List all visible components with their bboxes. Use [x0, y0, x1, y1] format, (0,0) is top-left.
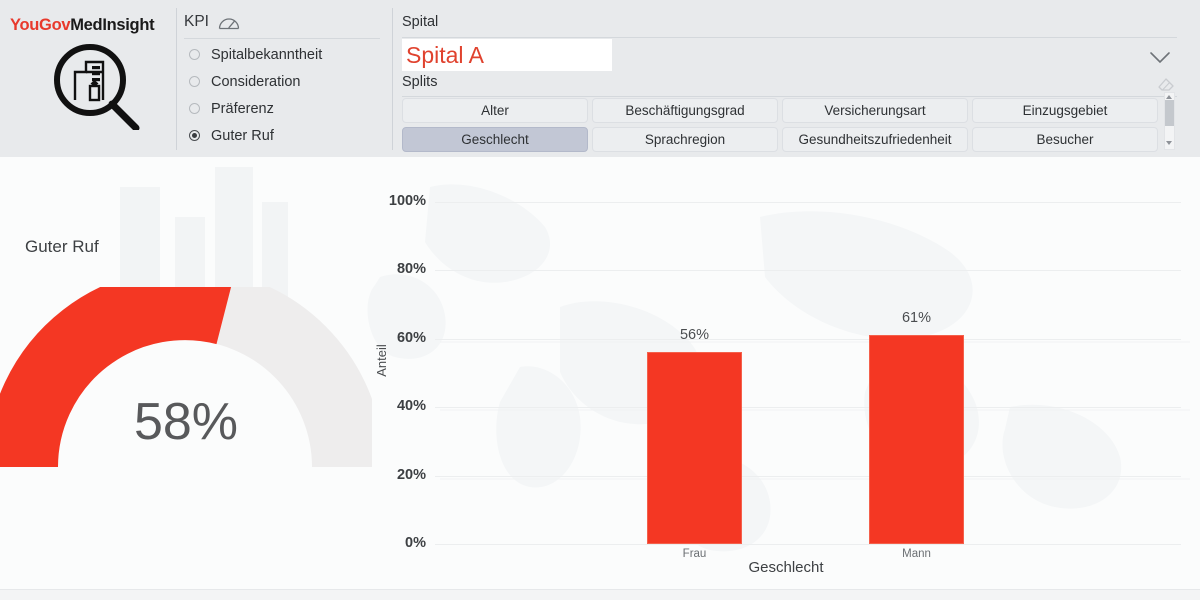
- splits-label: Splits: [402, 74, 438, 90]
- kpi-option-consideration[interactable]: Consideration: [184, 68, 374, 95]
- brand-logo-panel: YouGovMedInsight: [8, 6, 173, 152]
- eraser-icon[interactable]: [1156, 74, 1176, 92]
- y-tick-40: 40%: [396, 398, 426, 414]
- hospital-magnifier-icon: [54, 44, 140, 130]
- brand-medinsight-text: MedInsight: [70, 16, 155, 34]
- gauge-title: Guter Ruf: [25, 237, 99, 256]
- split-button-sprachregion[interactable]: Sprachregion: [592, 127, 778, 152]
- gridline: [435, 476, 1181, 477]
- split-button-besucher[interactable]: Besucher: [972, 127, 1158, 152]
- splits-underline: [402, 96, 1177, 97]
- dashboard-root: YouGovMedInsight KPI Spitalbekanntheit C…: [0, 0, 1200, 600]
- split-button-einzugsgebiet[interactable]: Einzugsgebiet: [972, 98, 1158, 123]
- split-button-beschaeftigungsgrad[interactable]: Beschäftigungsgrad: [592, 98, 778, 123]
- brand-yougov-text: YouGov: [10, 16, 71, 34]
- app-header: YouGovMedInsight KPI Spitalbekanntheit C…: [0, 0, 1200, 157]
- y-axis-label: Anteil: [373, 344, 389, 377]
- kpi-panel: KPI Spitalbekanntheit Consideration Präf…: [182, 8, 559, 154]
- scroll-up-arrow-icon[interactable]: [1166, 95, 1172, 99]
- footer-strip: [0, 589, 1200, 600]
- header-divider-1: [176, 8, 177, 150]
- kpi-option-label: Consideration: [211, 73, 301, 90]
- y-tick-0: 0%: [405, 535, 426, 551]
- gridline: [435, 339, 1181, 340]
- brand-wordmark: YouGovMedInsight: [10, 16, 175, 35]
- selection-panel: Spital Spital A Splits Alter Beschäftigu…: [400, 8, 1192, 156]
- bar-frau[interactable]: [647, 352, 742, 544]
- split-button-geschlecht[interactable]: Geschlecht: [402, 127, 588, 152]
- kpi-title: KPI: [184, 13, 209, 30]
- y-tick-80: 80%: [396, 261, 426, 277]
- y-tick-60: 60%: [396, 330, 426, 346]
- gauge-value-label: 58%: [133, 393, 239, 451]
- splits-scrollbar-thumb[interactable]: [1165, 100, 1174, 126]
- radio-selected-icon: [189, 130, 200, 141]
- radio-icon: [189, 49, 200, 60]
- kpi-option-praeferenz[interactable]: Präferenz: [184, 95, 374, 122]
- bar-value-frau: 56%: [679, 327, 710, 343]
- gridline: [435, 202, 1181, 203]
- split-button-alter[interactable]: Alter: [402, 98, 588, 123]
- bar-value-mann: 61%: [901, 310, 932, 326]
- radio-icon: [189, 76, 200, 87]
- kpi-radio-group[interactable]: Spitalbekanntheit Consideration Präferen…: [184, 41, 374, 149]
- spital-selected-value: Spital A: [406, 41, 484, 68]
- kpi-option-spitalbekanntheit[interactable]: Spitalbekanntheit: [184, 41, 374, 68]
- kpi-option-label: Spitalbekanntheit: [211, 46, 323, 63]
- kpi-option-guter-ruf[interactable]: Guter Ruf: [184, 122, 374, 149]
- spital-label: Spital: [402, 14, 439, 30]
- bar-chart: Anteil 100% 80% 60% 40% 20% 0% 56% Frau …: [372, 157, 1200, 600]
- split-button-versicherungsart[interactable]: Versicherungsart: [782, 98, 968, 123]
- y-tick-20: 20%: [396, 467, 426, 483]
- y-tick-100: 100%: [388, 193, 426, 209]
- split-button-gesundheitszufriedenheit[interactable]: Gesundheitszufriedenheit: [782, 127, 968, 152]
- spital-input[interactable]: Spital A: [402, 39, 612, 71]
- x-axis-label: Geschlecht: [748, 559, 824, 576]
- splits-button-grid: Alter Beschäftigungsgrad Versicherungsar…: [402, 98, 1158, 152]
- kpi-option-label: Guter Ruf: [211, 127, 274, 144]
- dashboard-content: Guter Ruf 58% 0% 100% Anteil 100% 80% 60…: [0, 157, 1200, 600]
- header-divider-2: [392, 8, 393, 150]
- kpi-underline: [184, 38, 380, 39]
- radio-icon: [189, 103, 200, 114]
- scroll-down-arrow-icon[interactable]: [1166, 141, 1172, 145]
- gridline: [435, 270, 1181, 271]
- kpi-option-label: Präferenz: [211, 100, 274, 117]
- gauge-icon: [218, 18, 240, 30]
- gridline: [435, 544, 1181, 545]
- spital-underline: [402, 37, 1177, 38]
- gridline: [435, 407, 1181, 408]
- bar-mann[interactable]: [869, 335, 964, 544]
- chevron-down-icon[interactable]: [1145, 46, 1175, 68]
